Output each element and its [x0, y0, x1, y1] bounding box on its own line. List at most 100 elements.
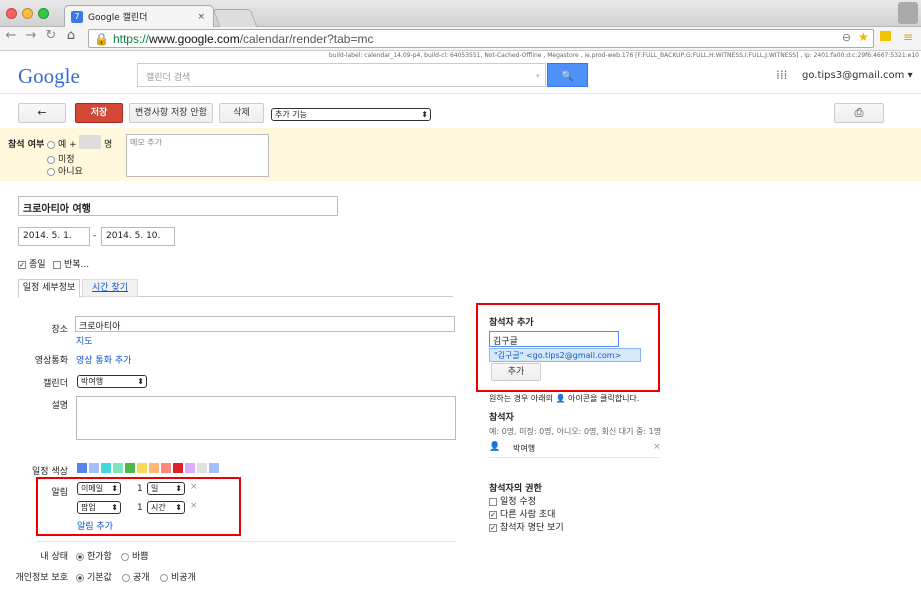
color-swatch[interactable]	[125, 463, 135, 473]
reload-icon[interactable]: ↻	[42, 28, 60, 43]
color-swatch[interactable]	[149, 463, 159, 473]
remove-reminder-2-icon[interactable]: ×	[190, 501, 198, 511]
reminder-unit-1: 일	[151, 484, 159, 493]
status-free-radio[interactable]	[76, 552, 84, 561]
new-tab-button[interactable]	[212, 9, 258, 27]
calendar-select[interactable]: 박여행 ⬍	[77, 375, 147, 388]
status-busy-radio[interactable]	[121, 552, 129, 561]
reminder-label: 알림	[51, 488, 68, 498]
privacy-private-label: 비공개	[171, 573, 196, 583]
rsvp-memo-input[interactable]: 메모 추가	[126, 134, 269, 177]
privacy-default-option[interactable]: 기본값	[76, 570, 112, 583]
back-icon[interactable]: ←	[2, 28, 20, 43]
status-busy-option[interactable]: 바쁨	[121, 549, 149, 562]
perm-see-option[interactable]: ✓ 참석자 명단 보기	[489, 520, 564, 533]
tab-close-icon[interactable]: ×	[197, 12, 205, 22]
close-window-button[interactable]	[6, 8, 17, 19]
repeat-option[interactable]: 반복...	[53, 257, 89, 270]
profile-avatar-icon[interactable]	[898, 2, 918, 24]
google-logo[interactable]: Google	[18, 64, 80, 89]
color-swatch[interactable]	[137, 463, 147, 473]
guest-suggestion-item[interactable]: "김구글" <go.tips2@gmail.com>	[489, 348, 641, 362]
print-button[interactable]: ⎙	[834, 103, 884, 123]
status-free-option[interactable]: 한가함	[76, 549, 112, 562]
reminder-unit-select-1[interactable]: 일 ⬍	[147, 482, 185, 495]
search-input[interactable]: 캘린더 검색	[137, 63, 546, 87]
minimize-window-button[interactable]	[22, 8, 33, 19]
delete-button[interactable]: 삭제	[219, 103, 264, 123]
perm-invite-checkbox[interactable]: ✓	[489, 510, 497, 519]
search-button[interactable]: 🔍	[547, 63, 588, 87]
rsvp-no[interactable]: 아니요	[47, 164, 83, 177]
bookmark-star-icon[interactable]: ★	[858, 30, 869, 44]
rsvp-yes-radio[interactable]	[47, 140, 55, 149]
color-swatch[interactable]	[173, 463, 183, 473]
end-date-input[interactable]: 2014. 5. 10.	[101, 227, 175, 246]
color-swatch[interactable]	[113, 463, 123, 473]
perm-see-checkbox[interactable]: ✓	[489, 523, 497, 532]
privacy-default-radio[interactable]	[76, 573, 84, 582]
perm-modify-checkbox[interactable]	[489, 497, 497, 506]
color-swatch[interactable]	[197, 463, 207, 473]
add-guest-button[interactable]: 추가	[491, 363, 541, 381]
all-day-option[interactable]: ✓ 종일	[18, 257, 46, 270]
remove-reminder-1-icon[interactable]: ×	[190, 482, 198, 492]
where-input[interactable]: 크로아티아	[75, 316, 455, 332]
color-swatch[interactable]	[209, 463, 219, 473]
reminder-unit-select-2[interactable]: 시간 ⬍	[147, 501, 185, 514]
rsvp-yes[interactable]: 예 +	[47, 137, 77, 150]
tab-details[interactable]: 일정 세부정보	[18, 279, 80, 298]
reminder-value-1[interactable]: 1	[137, 484, 143, 494]
privacy-private-option[interactable]: 비공개	[160, 570, 196, 583]
apps-grid-icon[interactable]: ⁞⁞⁞	[776, 68, 787, 82]
start-date-input[interactable]: 2014. 5. 1.	[18, 227, 90, 246]
address-bar[interactable]: 🔒 https://www.google.com/calendar/render…	[88, 29, 874, 48]
description-textarea[interactable]	[76, 396, 456, 440]
perm-modify-option[interactable]: 일정 수정	[489, 494, 536, 507]
extension-icon[interactable]	[880, 31, 891, 41]
reminder-method-select-1[interactable]: 이메일 ⬍	[77, 482, 121, 495]
privacy-public-radio[interactable]	[122, 573, 130, 582]
rsvp-no-radio[interactable]	[47, 167, 55, 176]
repeat-checkbox[interactable]	[53, 260, 61, 269]
color-swatch[interactable]	[101, 463, 111, 473]
select-arrows-icon: ⬍	[175, 503, 182, 512]
back-button[interactable]: ←	[18, 103, 66, 123]
forward-icon[interactable]: →	[22, 28, 40, 43]
video-label: 영상통화	[34, 356, 68, 366]
perm-invite-option[interactable]: ✓ 다른 사람 초대	[489, 507, 555, 520]
reminder-method-select-2[interactable]: 팝업 ⬍	[77, 501, 121, 514]
remove-guest-icon[interactable]: ×	[653, 442, 661, 452]
color-swatch[interactable]	[77, 463, 87, 473]
add-guests-title: 참석자 추가	[489, 318, 534, 328]
add-reminder-link[interactable]: 알림 추가	[77, 519, 113, 532]
guest-count-input[interactable]	[79, 135, 101, 149]
color-swatch[interactable]	[89, 463, 99, 473]
color-swatches	[77, 463, 221, 473]
privacy-private-radio[interactable]	[160, 573, 168, 582]
add-video-call-link[interactable]: 영상 통화 추가	[76, 353, 131, 366]
more-actions-select[interactable]: 추가 기능 ⬍	[271, 108, 431, 121]
add-guest-input[interactable]: 김구글	[489, 331, 619, 347]
zoom-window-button[interactable]	[38, 8, 49, 19]
privacy-public-option[interactable]: 공개	[122, 570, 150, 583]
account-label[interactable]: go.tips3@gmail.com ▾	[802, 70, 913, 81]
event-title-input[interactable]: 크로아티아 여행	[18, 196, 338, 216]
tab-title: Google 캘린더	[88, 13, 148, 23]
all-day-checkbox[interactable]: ✓	[18, 260, 26, 269]
reminder-value-2[interactable]: 1	[137, 503, 143, 513]
guest-person-icon[interactable]: 👤	[489, 442, 500, 452]
home-icon[interactable]: ⌂	[62, 28, 80, 43]
tab-find-time[interactable]: 시간 찾기	[82, 279, 138, 297]
browser-tab[interactable]: 7 Google 캘린더 ×	[64, 5, 214, 27]
save-button[interactable]: 저장	[75, 103, 123, 123]
menu-icon[interactable]: ≡	[903, 30, 913, 44]
rsvp-maybe-radio[interactable]	[47, 155, 55, 164]
search-dropdown-icon[interactable]: ▾	[536, 72, 540, 80]
guest-divider	[489, 457, 659, 458]
color-swatch[interactable]	[185, 463, 195, 473]
discard-button[interactable]: 변경사항 저장 안함	[129, 103, 213, 123]
color-swatch[interactable]	[161, 463, 171, 473]
map-link[interactable]: 지도	[76, 334, 93, 347]
zoom-icon[interactable]: ⊖	[842, 31, 851, 44]
